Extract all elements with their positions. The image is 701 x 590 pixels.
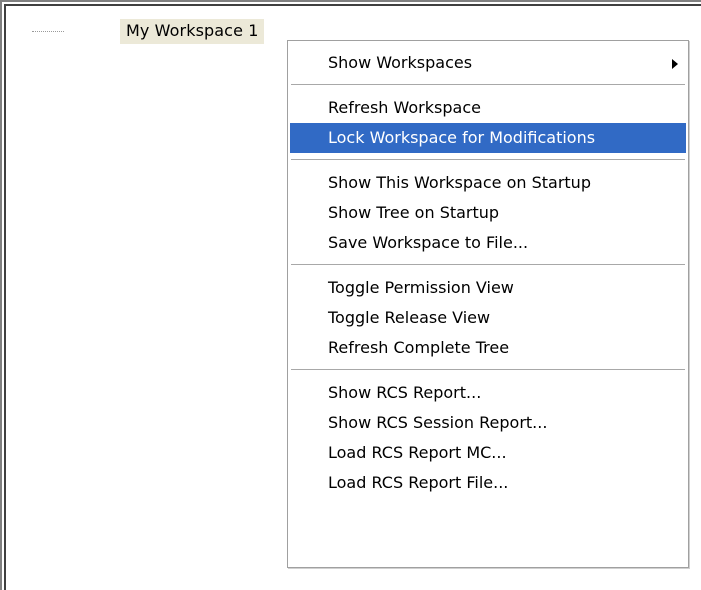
menu-separator bbox=[291, 264, 685, 266]
submenu-arrow-icon bbox=[672, 59, 678, 69]
tree-node-row[interactable]: My Workspace 1 bbox=[32, 18, 265, 44]
menu-item-refresh-workspace[interactable]: Refresh Workspace bbox=[290, 93, 686, 123]
menu-item-label: Load RCS Report MC... bbox=[328, 443, 507, 462]
menu-item-label: Show This Workspace on Startup bbox=[328, 173, 591, 192]
menu-item-show-workspace-on-startup[interactable]: Show This Workspace on Startup bbox=[290, 168, 686, 198]
tree-node-my-workspace[interactable]: My Workspace 1 bbox=[120, 18, 265, 44]
menu-item-label: Lock Workspace for Modifications bbox=[328, 128, 596, 147]
menu-item-show-rcs-report[interactable]: Show RCS Report... bbox=[290, 378, 686, 408]
menu-separator bbox=[291, 84, 685, 86]
menu-item-show-tree-on-startup[interactable]: Show Tree on Startup bbox=[290, 198, 686, 228]
menu-item-show-rcs-session-report[interactable]: Show RCS Session Report... bbox=[290, 408, 686, 438]
menu-item-label: Toggle Permission View bbox=[328, 278, 514, 297]
menu-item-lock-workspace[interactable]: Lock Workspace for Modifications bbox=[290, 123, 686, 153]
menu-item-label: Refresh Complete Tree bbox=[328, 338, 510, 357]
tree-connector-line bbox=[32, 31, 64, 32]
menu-separator bbox=[291, 159, 685, 161]
menu-item-label: Show Tree on Startup bbox=[328, 203, 500, 222]
menu-item-label: Toggle Release View bbox=[328, 308, 491, 327]
menu-item-toggle-permission-view[interactable]: Toggle Permission View bbox=[290, 273, 686, 303]
menu-item-show-workspaces[interactable]: Show Workspaces bbox=[290, 48, 686, 78]
menu-item-refresh-complete-tree[interactable]: Refresh Complete Tree bbox=[290, 333, 686, 363]
menu-separator bbox=[291, 369, 685, 371]
menu-item-label: Show RCS Session Report... bbox=[328, 413, 548, 432]
menu-item-label: Show RCS Report... bbox=[328, 383, 482, 402]
menu-item-label: Load RCS Report File... bbox=[328, 473, 509, 492]
menu-item-load-rcs-report-mc[interactable]: Load RCS Report MC... bbox=[290, 438, 686, 468]
menu-item-label: Save Workspace to File... bbox=[328, 233, 529, 252]
menu-item-label: Show Workspaces bbox=[328, 53, 473, 72]
context-menu-list: Show Workspaces Refresh Workspace Lock W… bbox=[288, 48, 688, 498]
menu-item-save-workspace-to-file[interactable]: Save Workspace to File... bbox=[290, 228, 686, 258]
menu-item-toggle-release-view[interactable]: Toggle Release View bbox=[290, 303, 686, 333]
menu-item-load-rcs-report-file[interactable]: Load RCS Report File... bbox=[290, 468, 686, 498]
menu-item-label: Refresh Workspace bbox=[328, 98, 481, 117]
context-menu: Show Workspaces Refresh Workspace Lock W… bbox=[287, 40, 689, 568]
